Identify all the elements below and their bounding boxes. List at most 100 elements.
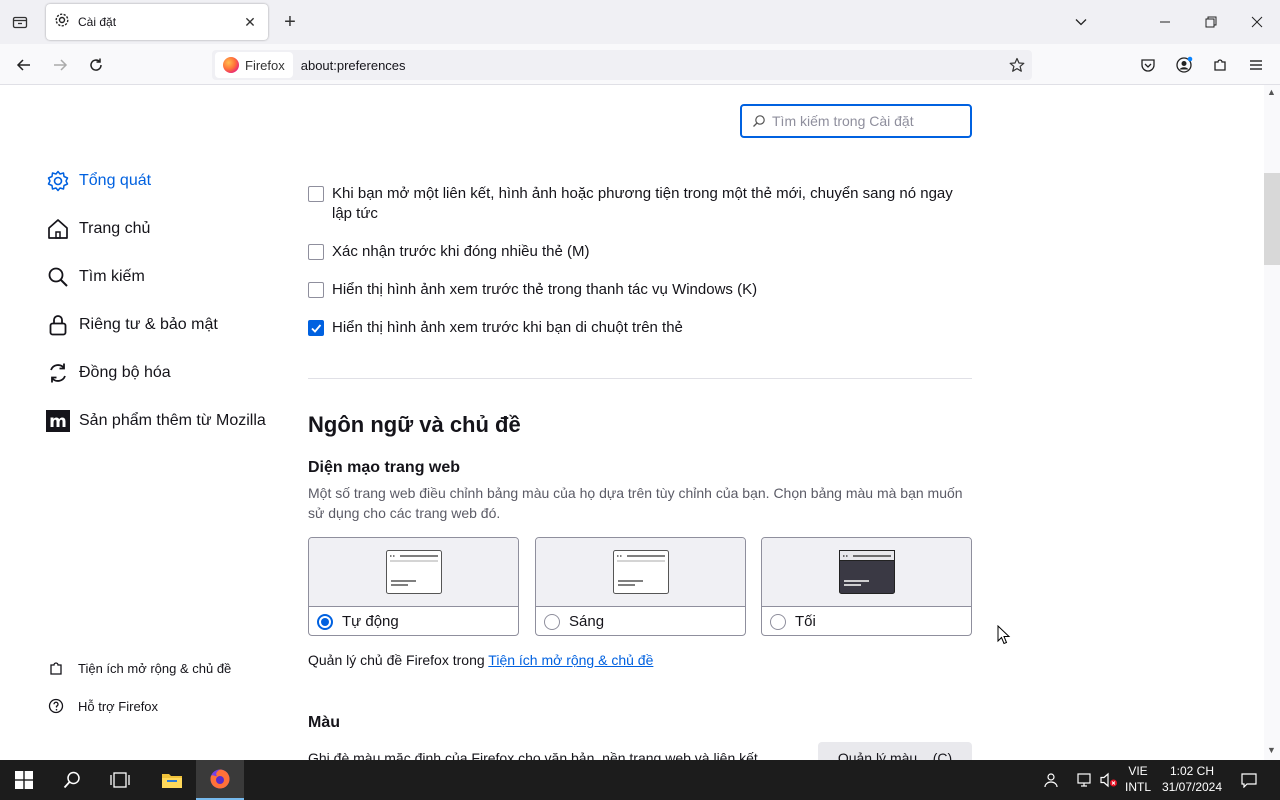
input-language-indicator[interactable]: VIE INTL (1122, 763, 1154, 795)
url-text[interactable]: about:preferences (301, 58, 1002, 73)
svg-text:m: m (49, 412, 67, 432)
option-label: Xác nhận trước khi đóng nhiều thẻ (M) (332, 243, 590, 260)
sidebar-item-privacy[interactable]: Riêng tư & bảo mật (44, 309, 218, 341)
windows-logo-icon (15, 771, 33, 789)
search-icon (63, 771, 80, 789)
radio[interactable] (770, 613, 786, 630)
lock-icon (44, 311, 72, 339)
network-icon[interactable] (1074, 760, 1096, 800)
sidebar-footer-addons[interactable]: Tiện ích mở rộng & chủ đề (46, 658, 231, 678)
option-taskbar-previews[interactable]: Hiển thị hình ảnh xem trước thẻ trong th… (308, 280, 972, 300)
lang-line1: VIE (1128, 764, 1148, 778)
start-button[interactable] (0, 760, 48, 800)
puzzle-icon (46, 658, 66, 678)
checkmark-icon (311, 324, 322, 333)
firefox-taskbar-button[interactable] (196, 760, 244, 800)
minimize-icon (1160, 21, 1170, 23)
radio[interactable] (544, 613, 560, 630)
task-view-button[interactable] (96, 760, 144, 800)
sidebar-footer-support[interactable]: Hỗ trợ Firefox (46, 696, 158, 716)
sidebar-footer-label: Hỗ trợ Firefox (78, 698, 159, 714)
list-all-tabs-button[interactable] (1058, 0, 1104, 44)
help-icon (46, 696, 66, 716)
mozilla-icon: m (44, 407, 72, 435)
option-label: Hiển thị hình ảnh xem trước thẻ trong th… (332, 281, 758, 298)
firefox-icon (210, 769, 230, 789)
tab-title: Cài đặt (78, 15, 117, 29)
sidebar-item-home[interactable]: Trang chủ (44, 213, 150, 245)
puzzle-icon (1214, 59, 1226, 71)
page-scrollbar[interactable]: ▲ ▼ (1264, 85, 1280, 760)
search-icon (44, 263, 72, 291)
radio-selected[interactable] (317, 613, 333, 630)
hamburger-icon (1250, 60, 1262, 70)
firefox-view-button[interactable] (6, 8, 34, 36)
theme-label: Tối (795, 613, 816, 630)
scroll-up-icon[interactable]: ▲ (1267, 87, 1276, 97)
sidebar-item-mozilla[interactable]: m Sản phẩm thêm từ Mozilla (44, 405, 266, 437)
folder-icon (162, 774, 182, 788)
theme-label: Tự động (342, 613, 399, 630)
people-icon[interactable] (1038, 760, 1062, 800)
forward-button[interactable] (45, 50, 75, 80)
sidebar-item-label: Đồng bộ hóa (79, 364, 171, 381)
sidebar-item-search[interactable]: Tìm kiếm (44, 261, 145, 293)
sync-icon (44, 359, 72, 387)
identity-box[interactable]: Firefox (215, 52, 293, 78)
section-heading-language-theme: Ngôn ngữ và chủ đề (308, 412, 521, 437)
lang-line2: INTL (1124, 780, 1151, 794)
bookmark-star-icon[interactable] (1002, 50, 1032, 80)
theme-card-light[interactable]: Sáng (535, 537, 746, 636)
sidebar-item-general[interactable]: Tổng quát (44, 165, 151, 197)
restore-button[interactable] (1188, 0, 1234, 44)
manage-themes-prefix: Quản lý chủ đề Firefox trong (308, 652, 489, 668)
theme-card-dark[interactable]: Tối (761, 537, 972, 636)
theme-preview-light (309, 538, 518, 607)
sidebar-item-label: Tổng quát (79, 172, 152, 189)
option-confirm-close-tabs[interactable]: Xác nhận trước khi đóng nhiều thẻ (M) (308, 242, 972, 262)
subheading-colors: Màu (308, 714, 340, 731)
pocket-button[interactable] (1133, 50, 1163, 80)
option-switch-to-new-tab[interactable]: Khi bạn mở một liên kết, hình ảnh hoặc p… (308, 184, 972, 224)
tab-strip: Cài đặt ✕ + (0, 0, 1280, 44)
option-hover-previews[interactable]: Hiển thị hình ảnh xem trước khi bạn di c… (308, 318, 972, 338)
notification-icon (1241, 773, 1257, 788)
checkbox[interactable] (308, 244, 324, 260)
tab-settings[interactable]: Cài đặt ✕ (46, 4, 268, 40)
account-button[interactable] (1169, 50, 1199, 80)
section-divider (308, 378, 972, 379)
system-clock[interactable]: 1:02 CH 31/07/2024 (1160, 763, 1224, 795)
search-input[interactable] (772, 113, 952, 129)
action-center-button[interactable] (1234, 760, 1264, 800)
close-tab-icon[interactable]: ✕ (240, 12, 260, 32)
sidebar-item-label: Sản phẩm thêm từ Mozilla (79, 412, 266, 429)
scroll-down-icon[interactable]: ▼ (1267, 745, 1276, 755)
address-bar[interactable]: Firefox about:preferences (212, 50, 1032, 80)
settings-search[interactable] (740, 104, 972, 138)
chevron-down-icon (1075, 19, 1087, 26)
checkbox[interactable] (308, 186, 324, 202)
subheading-website-appearance: Diện mạo trang web (308, 459, 461, 476)
nav-bar: Firefox about:preferences (0, 44, 1280, 85)
file-explorer-button[interactable] (148, 760, 196, 800)
checkbox[interactable] (308, 282, 324, 298)
new-tab-button[interactable]: + (278, 10, 302, 34)
taskbar-search-button[interactable] (48, 760, 96, 800)
minimize-button[interactable] (1142, 0, 1188, 44)
back-button[interactable] (9, 50, 39, 80)
menu-button[interactable] (1241, 50, 1271, 80)
scroll-thumb[interactable] (1264, 173, 1280, 265)
close-window-button[interactable] (1234, 0, 1280, 44)
arrow-left-icon (16, 59, 30, 71)
arrow-right-icon (54, 59, 68, 71)
manage-colors-button[interactable]: Quản lý màu... (C) (818, 742, 972, 760)
theme-card-auto[interactable]: Tự động (308, 537, 519, 636)
reload-button[interactable] (81, 50, 111, 80)
clock-date: 31/07/2024 (1161, 780, 1223, 794)
checkbox-checked[interactable] (308, 320, 324, 336)
addons-themes-link[interactable]: Tiện ích mở rộng & chủ đề (488, 652, 653, 668)
extensions-button[interactable] (1205, 50, 1235, 80)
volume-muted-icon[interactable] (1098, 760, 1120, 800)
sidebar-item-sync[interactable]: Đồng bộ hóa (44, 357, 171, 389)
identity-label: Firefox (245, 57, 285, 73)
